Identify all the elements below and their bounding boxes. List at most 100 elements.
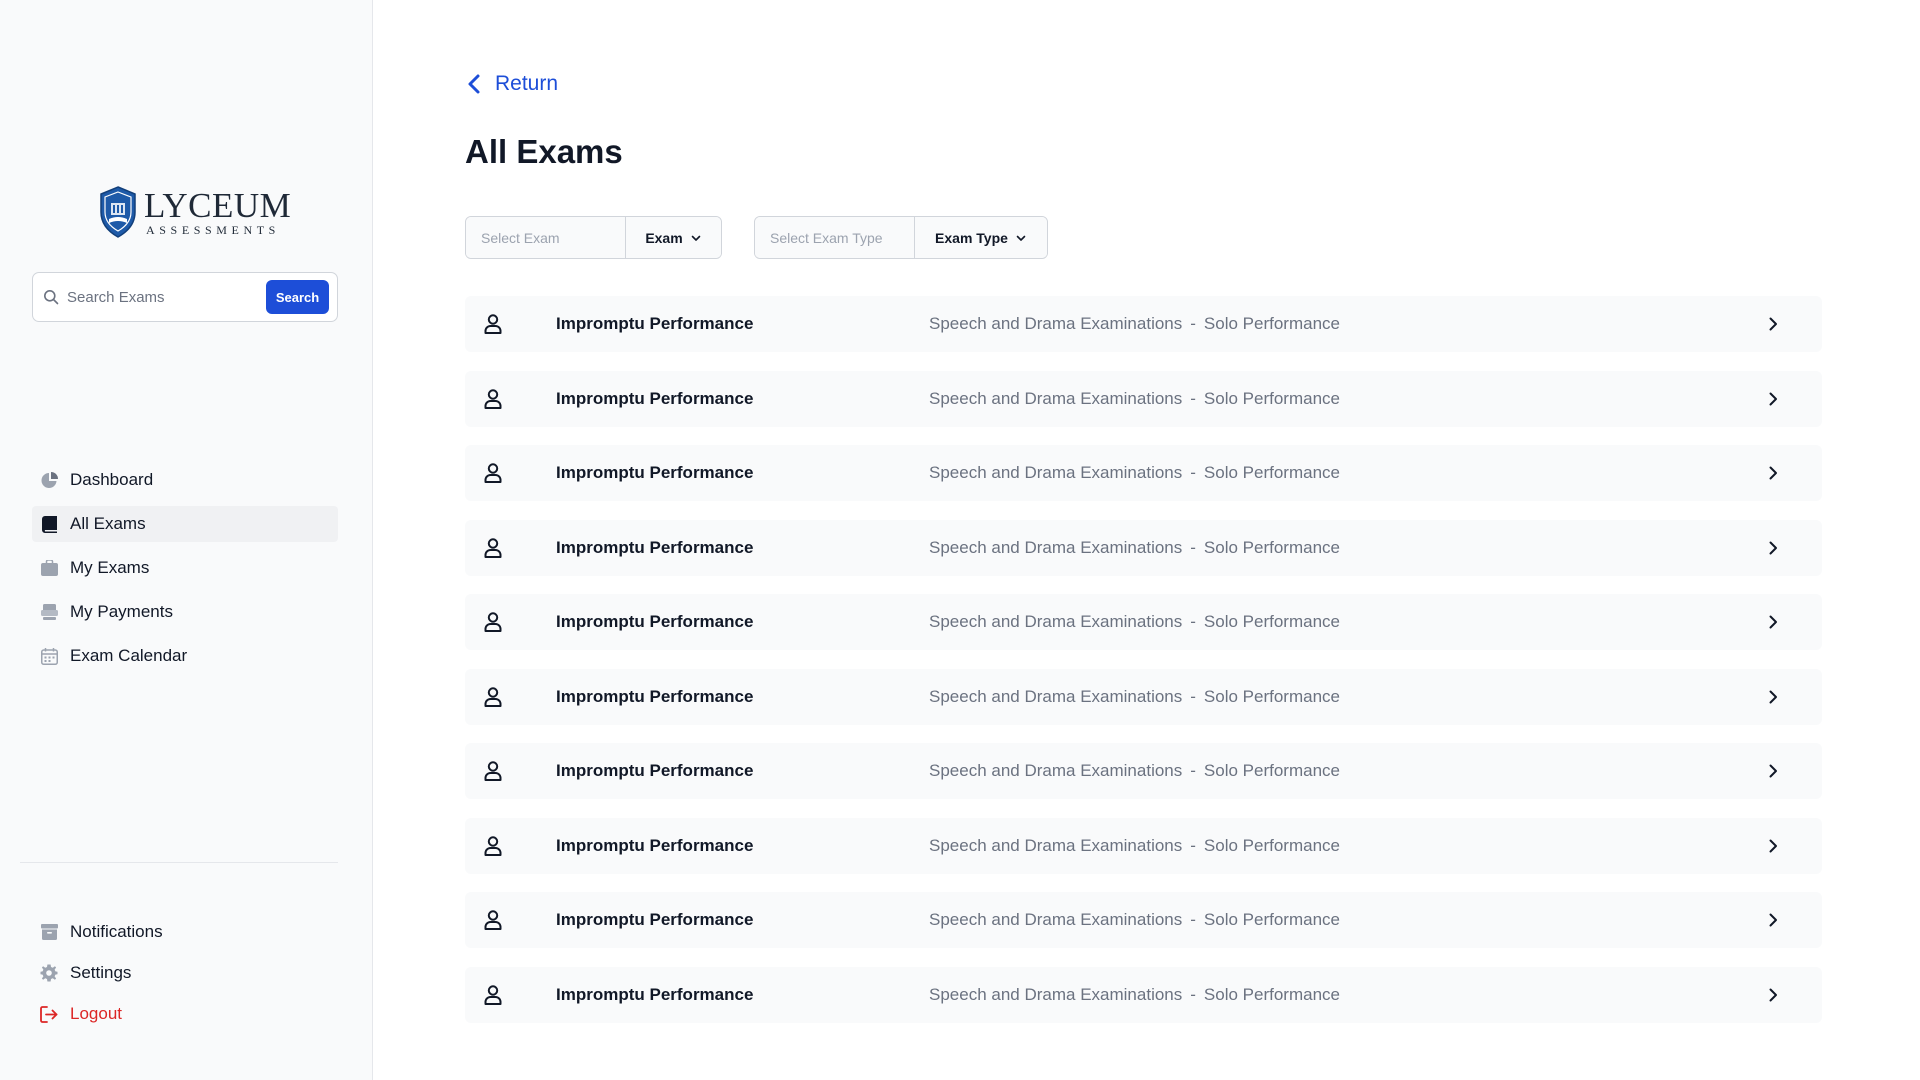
- nav-item-settings[interactable]: Settings: [32, 955, 338, 991]
- chevron-right-icon: [1769, 317, 1777, 331]
- exam-row[interactable]: Impromptu Performance Speech and Drama E…: [465, 966, 1822, 1023]
- exam-separator: -: [1190, 314, 1196, 333]
- nav-item-all-exams[interactable]: All Exams: [32, 506, 338, 542]
- exam-row[interactable]: Impromptu Performance Speech and Drama E…: [465, 892, 1822, 948]
- exam-separator: -: [1190, 388, 1196, 408]
- exam-name: Impromptu Performance: [556, 910, 754, 929]
- user-icon: [484, 910, 502, 930]
- book-icon: [40, 515, 58, 533]
- nav-item-my-payments[interactable]: My Payments: [32, 594, 338, 630]
- exam-name: Impromptu Performance: [556, 984, 754, 1004]
- exam-category: Speech and Drama Examinations: [929, 984, 1183, 1004]
- nav-item-label: Exam Calendar: [70, 646, 188, 665]
- nav-item-my-exams[interactable]: My Exams: [32, 550, 338, 586]
- chevron-right-icon: [1769, 541, 1777, 554]
- exam-row[interactable]: Impromptu Performance Speech and Drama E…: [465, 668, 1822, 725]
- exam-name: Impromptu Performance: [556, 612, 754, 631]
- user-icon: [484, 463, 502, 483]
- secondary-nav: Notifications Settings Logout: [32, 914, 338, 1037]
- exam-type: Solo Performance: [1203, 910, 1340, 929]
- exam-dropdown[interactable]: Exam: [626, 217, 721, 258]
- gear-icon: [40, 964, 58, 982]
- nav-item-exam-calendar[interactable]: Exam Calendar: [32, 638, 338, 674]
- exam-separator: -: [1190, 835, 1196, 855]
- brand-logo[interactable]: LYCEUM ASSESSMENTS: [98, 186, 291, 238]
- exam-separator: -: [1190, 761, 1196, 780]
- briefcase-icon: [40, 559, 58, 577]
- exam-category: Speech and Drama Examinations: [929, 686, 1183, 706]
- exam-type: Solo Performance: [1203, 388, 1340, 408]
- exam-separator: -: [1190, 463, 1196, 482]
- chevron-left-icon: [468, 74, 480, 94]
- main-content: Return All Exams Exam Exam Type Imprompt…: [373, 0, 1920, 1080]
- chevron-right-icon: [1769, 466, 1777, 480]
- exam-row[interactable]: Impromptu Performance Speech and Drama E…: [465, 445, 1822, 501]
- exam-row[interactable]: Impromptu Performance Speech and Drama E…: [465, 743, 1822, 799]
- chevron-right-icon: [1769, 690, 1777, 703]
- exam-meta: Speech and Drama Examinations - Solo Per…: [929, 985, 1340, 1005]
- chevron-down-icon: [691, 235, 700, 241]
- user-icon: [484, 686, 502, 707]
- select-exam-type-input[interactable]: [755, 217, 915, 258]
- exam-type: Solo Performance: [1203, 463, 1340, 482]
- page-title: All Exams: [465, 133, 623, 170]
- payments-icon: [40, 603, 58, 621]
- search-button[interactable]: Search: [266, 280, 329, 314]
- exam-category: Speech and Drama Examinations: [929, 388, 1183, 408]
- exam-type: Solo Performance: [1203, 761, 1340, 780]
- exam-meta: Speech and Drama Examinations - Solo Per…: [929, 314, 1340, 334]
- user-icon: [484, 314, 502, 334]
- exam-list: Impromptu Performance Speech and Drama E…: [465, 296, 1822, 1041]
- search-box: Search: [32, 272, 338, 322]
- exam-meta: Speech and Drama Examinations - Solo Per…: [929, 463, 1340, 483]
- exam-meta: Speech and Drama Examinations - Solo Per…: [929, 389, 1340, 409]
- exam-name: Impromptu Performance: [556, 463, 754, 482]
- nav-item-notifications[interactable]: Notifications: [32, 914, 338, 950]
- exam-type-dropdown-label: Exam Type: [935, 229, 1008, 246]
- exam-meta: Speech and Drama Examinations - Solo Per…: [929, 836, 1340, 856]
- chevron-down-icon: [1016, 235, 1026, 241]
- search-icon: [44, 290, 59, 305]
- exam-type: Solo Performance: [1203, 537, 1340, 557]
- exam-row[interactable]: Impromptu Performance Speech and Drama E…: [465, 519, 1822, 576]
- nav-item-label: Settings: [70, 963, 132, 982]
- exam-category: Speech and Drama Examinations: [929, 314, 1183, 333]
- exam-row[interactable]: Impromptu Performance Speech and Drama E…: [465, 817, 1822, 874]
- user-icon: [484, 388, 502, 409]
- exam-meta: Speech and Drama Examinations - Solo Per…: [929, 761, 1340, 781]
- exam-row[interactable]: Impromptu Performance Speech and Drama E…: [465, 296, 1822, 352]
- search-input[interactable]: [67, 288, 266, 306]
- chevron-right-icon: [1769, 988, 1777, 1001]
- exam-name: Impromptu Performance: [556, 686, 754, 706]
- pie-chart-icon: [40, 471, 58, 489]
- exam-category: Speech and Drama Examinations: [929, 463, 1183, 482]
- nav-item-dashboard[interactable]: Dashboard: [32, 462, 338, 498]
- archive-icon: [40, 923, 58, 941]
- exam-meta: Speech and Drama Examinations - Solo Per…: [929, 687, 1340, 707]
- exam-row[interactable]: Impromptu Performance Speech and Drama E…: [465, 594, 1822, 650]
- brand-name: LYCEUM: [144, 186, 292, 225]
- exam-row[interactable]: Impromptu Performance Speech and Drama E…: [465, 370, 1822, 427]
- brand-subtitle: ASSESSMENTS: [146, 223, 280, 237]
- nav-item-logout[interactable]: Logout: [32, 996, 338, 1032]
- logout-icon: [40, 1005, 58, 1023]
- nav-item-label: Logout: [70, 1004, 122, 1023]
- exam-type-filter: Exam Type: [754, 216, 1048, 259]
- exam-type: Solo Performance: [1203, 612, 1340, 631]
- user-icon: [484, 761, 502, 781]
- exam-separator: -: [1190, 910, 1196, 929]
- nav-item-label: Dashboard: [70, 470, 154, 489]
- chevron-right-icon: [1769, 615, 1777, 629]
- exam-type-dropdown[interactable]: Exam Type: [915, 217, 1047, 258]
- exam-separator: -: [1190, 612, 1196, 631]
- exam-filter: Exam: [465, 216, 722, 259]
- exam-separator: -: [1190, 686, 1196, 706]
- exam-meta: Speech and Drama Examinations - Solo Per…: [929, 612, 1340, 632]
- exam-separator: -: [1190, 984, 1196, 1004]
- return-link[interactable]: Return: [465, 72, 558, 96]
- exam-separator: -: [1190, 537, 1196, 557]
- select-exam-input[interactable]: [466, 217, 626, 258]
- exam-meta: Speech and Drama Examinations - Solo Per…: [929, 910, 1340, 930]
- exam-type: Solo Performance: [1203, 686, 1340, 706]
- exam-name: Impromptu Performance: [556, 388, 754, 408]
